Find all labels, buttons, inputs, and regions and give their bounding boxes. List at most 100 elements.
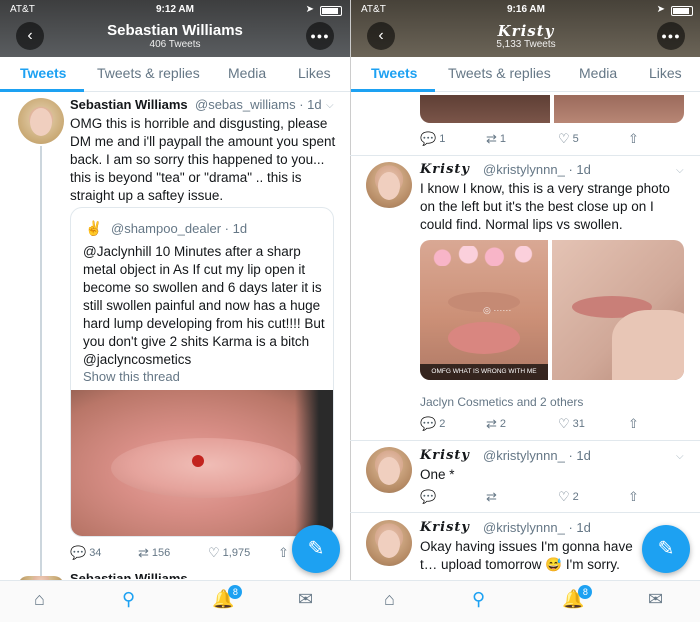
divider	[350, 440, 700, 441]
mail-icon[interactable]: ✉	[648, 589, 663, 610]
next-tweet-author-name: Sebastian Williams	[70, 571, 188, 579]
profile-tabs: Tweets Tweets & replies Media Likes	[0, 57, 350, 92]
victory-hand-icon: ✌	[85, 220, 103, 236]
battery-icon	[320, 6, 342, 16]
reply-button[interactable]: 💬 1	[420, 131, 445, 147]
tab-media[interactable]: Media	[579, 65, 617, 81]
avatar[interactable]	[366, 520, 412, 566]
reply-button[interactable]: 💬 34	[70, 545, 101, 561]
tweet-author-handle[interactable]: @sebas_williams · 1d	[195, 97, 322, 112]
tweet-text: I know I know, this is a very strange ph…	[420, 181, 670, 232]
chevron-down-icon[interactable]: ⌵	[676, 165, 684, 176]
compose-tweet-button[interactable]: ✎	[292, 525, 340, 573]
thread-line	[40, 146, 42, 576]
like-button[interactable]: ♡ 31	[558, 416, 585, 432]
quoted-tweet[interactable]: ✌ @shampoo_dealer · 1d @Jaclynhill 10 Mi…	[70, 207, 334, 537]
like-count: 31	[572, 418, 585, 430]
bell-icon[interactable]: 🔔 8	[562, 585, 593, 610]
search-icon[interactable]: ⚲	[122, 589, 135, 610]
status-bar: AT&T 9:12 AM ➤	[0, 4, 350, 18]
previous-photo-left[interactable]	[420, 95, 550, 123]
retweet-icon: ⇄	[138, 545, 149, 560]
location-icon: ➤	[305, 4, 314, 15]
reply-icon: 💬	[70, 545, 87, 560]
compose-tweet-button[interactable]: ✎	[642, 525, 690, 573]
quoted-photo[interactable]	[71, 390, 333, 536]
tweet-author-name[interactable]: Sebastian Williams	[70, 97, 188, 112]
heart-icon: ♡	[558, 131, 570, 146]
retweet-button[interactable]: ⇄	[486, 489, 500, 505]
share-button[interactable]: ⇧	[278, 545, 292, 561]
retweet-button[interactable]: ⇄ 1	[486, 131, 506, 147]
bell-icon[interactable]: 🔔 8	[212, 585, 243, 610]
notification-badge: 8	[578, 585, 593, 599]
like-count: 5	[572, 133, 579, 145]
tab-tweets-replies[interactable]: Tweets & replies	[97, 65, 200, 81]
reply-button[interactable]: 💬	[420, 489, 439, 505]
tab-tweets[interactable]: Tweets	[20, 65, 66, 81]
retweet-button[interactable]: ⇄ 2	[486, 416, 506, 432]
back-button[interactable]: ‹	[367, 22, 395, 50]
reply-icon: 💬	[420, 416, 437, 431]
home-icon[interactable]: ⌂	[34, 589, 45, 610]
more-options-button[interactable]: ●●●	[306, 22, 334, 50]
retweet-icon: ⇄	[486, 416, 497, 431]
profile-title: Sebastian Williams	[107, 22, 243, 39]
chevron-down-icon[interactable]: ⌵	[676, 451, 684, 462]
like-button[interactable]: ♡ 1,975	[208, 545, 250, 561]
tweet-author-handle[interactable]: @kristylynnn_ · 1d	[483, 520, 591, 535]
heart-icon: ♡	[208, 545, 220, 560]
retweet-button[interactable]: ⇄ 156	[138, 545, 170, 561]
share-button[interactable]: ⇧	[628, 416, 642, 432]
bottom-nav: ⌂ ⚲ 🔔 8 ✉	[350, 580, 700, 622]
like-button[interactable]: ♡ 5	[558, 131, 579, 147]
share-icon: ⇧	[628, 131, 639, 146]
tweet-author-name[interactable]: Kristy	[420, 162, 470, 177]
home-icon[interactable]: ⌂	[384, 589, 395, 610]
share-button[interactable]: ⇧	[628, 489, 642, 505]
share-button[interactable]: ⇧	[628, 131, 642, 147]
tagged-users[interactable]: Jaclyn Cosmetics and 2 others	[420, 395, 583, 409]
share-icon: ⇧	[628, 416, 639, 431]
show-thread-link[interactable]: Show this thread	[83, 369, 180, 384]
avatar[interactable]	[366, 162, 412, 208]
location-icon: ➤	[656, 4, 665, 15]
notification-badge: 8	[228, 585, 243, 599]
tab-likes[interactable]: Likes	[298, 65, 331, 81]
reply-icon: 💬	[420, 131, 437, 146]
tweet-author-handle[interactable]: @kristylynnn_ · 1d	[483, 448, 591, 463]
tweet-author-name[interactable]: Kristy	[420, 520, 470, 535]
retweet-count: 2	[499, 418, 507, 430]
active-tab-indicator	[0, 89, 84, 92]
previous-photo-right[interactable]	[554, 95, 684, 123]
share-icon: ⇧	[278, 545, 289, 560]
tweet-photo-normal[interactable]	[552, 240, 684, 380]
retweet-count: 156	[151, 547, 171, 559]
retweet-icon: ⇄	[486, 131, 497, 146]
tweet-author-handle[interactable]: @kristylynnn_ · 1d	[483, 162, 591, 177]
quoted-tweet-text: @Jaclynhill 10 Minutes after a sharp met…	[83, 244, 325, 367]
search-icon[interactable]: ⚲	[472, 589, 485, 610]
mail-icon[interactable]: ✉	[298, 589, 313, 610]
reply-count: 34	[89, 547, 102, 559]
heart-icon: ♡	[558, 416, 570, 431]
tab-tweets-replies[interactable]: Tweets & replies	[448, 65, 551, 81]
tweet-count: 5,133 Tweets	[496, 39, 556, 50]
tab-likes[interactable]: Likes	[649, 65, 682, 81]
like-button[interactable]: ♡ 2	[558, 489, 579, 505]
profile-header: AT&T 9:16 AM ➤ ‹ Kristy 5,133 Tweets ●●●	[351, 0, 700, 57]
avatar[interactable]	[18, 98, 64, 144]
avatar[interactable]	[366, 447, 412, 493]
tab-media[interactable]: Media	[228, 65, 266, 81]
tab-tweets[interactable]: Tweets	[371, 65, 417, 81]
reply-count: 1	[439, 133, 446, 145]
clock: 9:16 AM	[507, 4, 545, 15]
share-icon: ⇧	[628, 489, 639, 504]
back-button[interactable]: ‹	[16, 22, 44, 50]
tweet-author-name[interactable]: Kristy	[420, 448, 470, 463]
more-options-button[interactable]: ●●●	[657, 22, 685, 50]
retweet-icon: ⇄	[486, 489, 497, 504]
chevron-down-icon[interactable]: ⌵	[326, 100, 334, 111]
tweet-text: OMG this is horrible and disgusting, ple…	[70, 116, 336, 203]
reply-button[interactable]: 💬 2	[420, 416, 445, 432]
